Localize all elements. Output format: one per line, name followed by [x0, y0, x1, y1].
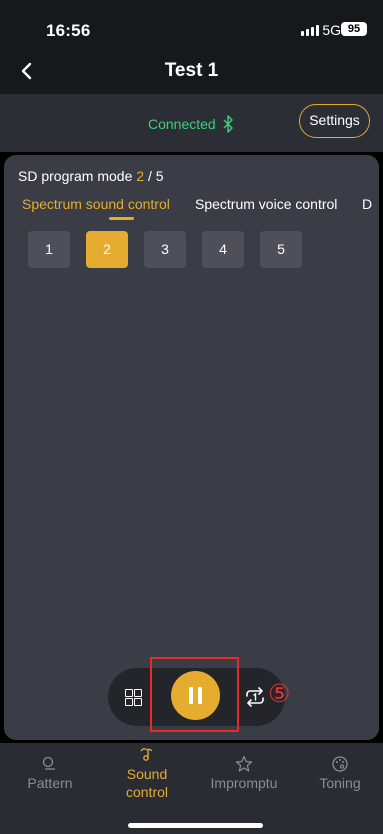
page-title: Test 1 [164, 60, 219, 81]
active-tab-underline [109, 217, 134, 220]
bottom-tab-label: Impromptu [210, 775, 278, 791]
program-number-1[interactable]: 1 [28, 231, 70, 268]
bluetooth-icon [223, 115, 233, 133]
home-indicator [128, 823, 263, 828]
network-type: 5G [322, 22, 341, 38]
bottom-tab-pattern[interactable]: Pattern [10, 753, 90, 791]
status-bar: 16:56 5G 95 [0, 0, 383, 52]
connection-bar: Connected Settings [0, 94, 383, 152]
mode-current: 2 [136, 168, 145, 184]
program-number-3[interactable]: 3 [144, 231, 186, 268]
mode-indicator: SD program mode 2 / 5 [18, 168, 164, 184]
repeat-one-icon[interactable] [243, 687, 267, 712]
mode-prefix: SD program mode [18, 168, 137, 184]
bottom-tab-bar: Pattern Sound control Impromptu Toning [0, 743, 383, 834]
settings-button[interactable]: Settings [299, 104, 370, 138]
connection-status: Connected [148, 115, 234, 133]
tab-d[interactable]: D [362, 196, 372, 212]
nav-bar: Test 1 [0, 52, 383, 94]
annotation-marker: ⑤ [268, 680, 291, 708]
bottom-tab-label: Sound control [125, 766, 169, 800]
signal-icon [301, 25, 319, 36]
program-panel: SD program mode 2 / 5 Spectrum sound con… [4, 155, 379, 740]
sound-control-icon [140, 748, 153, 761]
program-number-2[interactable]: 2 [86, 231, 128, 268]
pattern-icon [42, 756, 55, 770]
bottom-tab-label: Pattern [27, 775, 73, 791]
bottom-tab-impromptu[interactable]: Impromptu [204, 753, 284, 791]
status-time: 16:56 [46, 21, 91, 40]
program-number-5[interactable]: 5 [260, 231, 302, 268]
program-number-selector: 1 2 3 4 5 [28, 231, 302, 268]
grid-view-icon[interactable] [125, 689, 142, 706]
bottom-tab-sound-control[interactable]: Sound control [107, 743, 187, 801]
program-number-4[interactable]: 4 [202, 231, 244, 268]
tab-spectrum-voice-control[interactable]: Spectrum voice control [195, 196, 337, 212]
battery-icon: 95 [341, 22, 367, 36]
mode-total: 5 [155, 168, 164, 184]
connection-label: Connected [148, 116, 216, 132]
tab-spectrum-sound-control[interactable]: Spectrum sound control [22, 196, 170, 212]
palette-icon [332, 756, 348, 772]
impromptu-icon [235, 755, 253, 772]
bottom-tab-toning[interactable]: Toning [300, 753, 380, 791]
mode-separator: / [144, 168, 156, 184]
bottom-tab-label: Toning [319, 775, 361, 791]
pause-button[interactable] [171, 671, 220, 720]
